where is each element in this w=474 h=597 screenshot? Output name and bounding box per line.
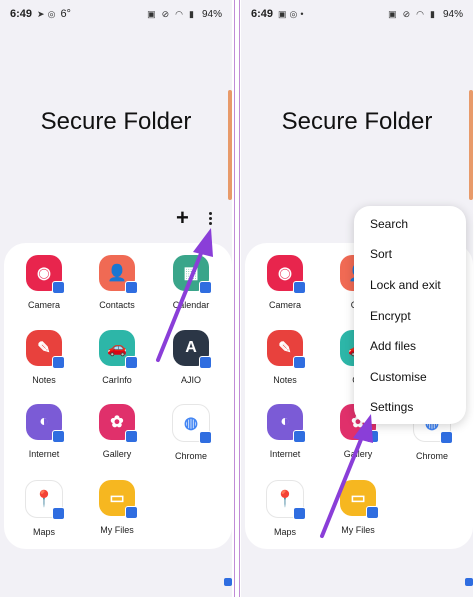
annotation-arrows xyxy=(156,228,373,538)
arrow-to-more-options xyxy=(156,228,213,362)
arrow-to-settings xyxy=(320,414,373,538)
